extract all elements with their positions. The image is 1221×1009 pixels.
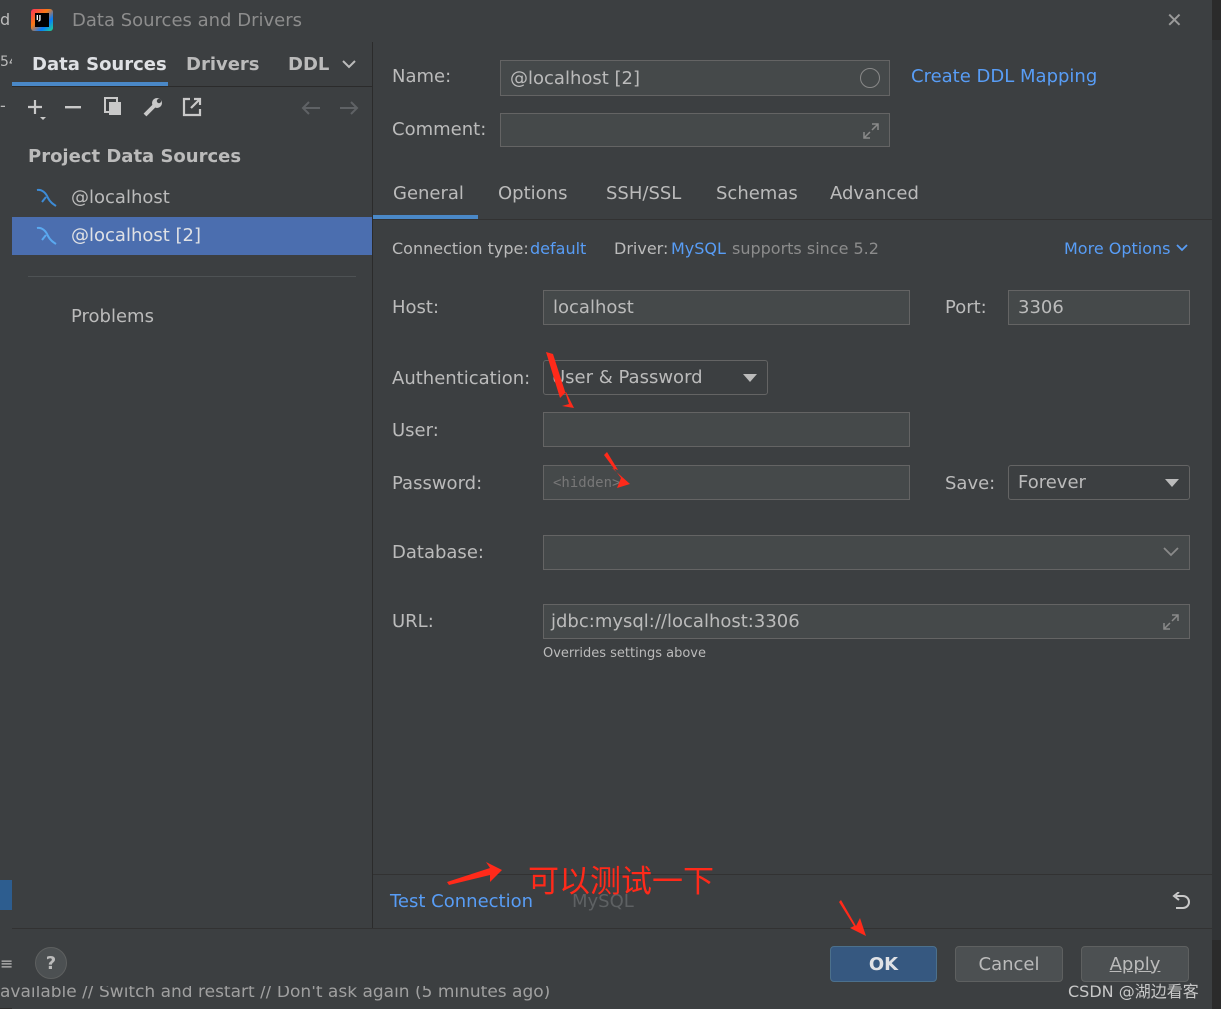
- annotation-arrow: [447, 862, 502, 885]
- annotation-arrow: [839, 900, 866, 936]
- annotation-arrow: [546, 352, 574, 408]
- watermark: CSDN @湖边看客: [1068, 982, 1199, 1001]
- annotation-arrow: [604, 452, 630, 488]
- annotation-text: 可以测试一下: [528, 864, 714, 900]
